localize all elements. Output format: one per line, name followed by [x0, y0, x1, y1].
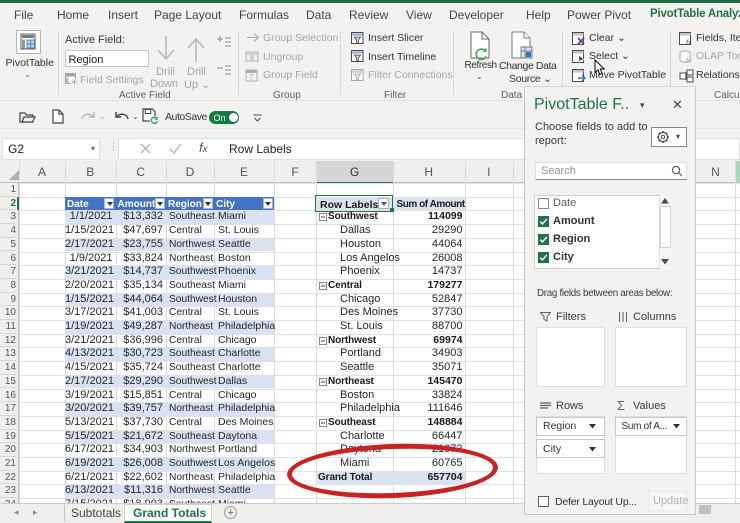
svg-text:fx: fx	[686, 40, 692, 46]
svg-text:7: 7	[249, 73, 254, 82]
svg-text:fx: fx	[686, 58, 692, 64]
